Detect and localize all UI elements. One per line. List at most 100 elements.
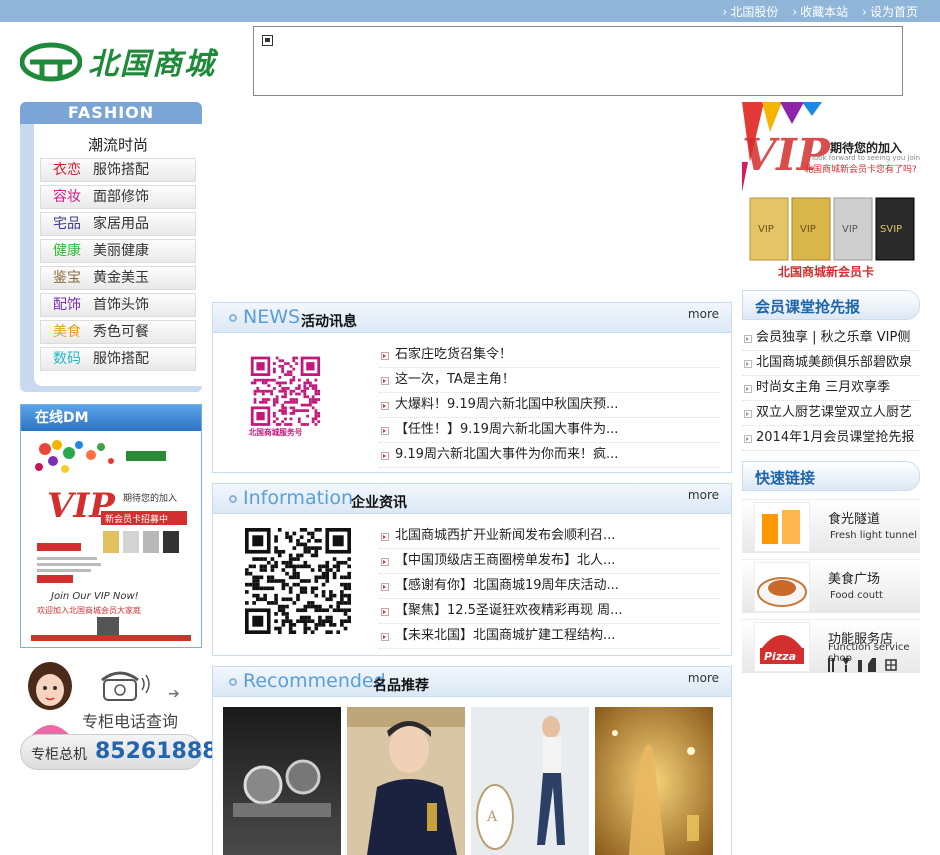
fashion-header: FASHION <box>20 102 202 124</box>
pizza-hut-logo-icon: Pizza <box>754 622 810 672</box>
fashion-item[interactable]: 宅品 家居用品 <box>40 212 196 236</box>
fashion-item[interactable]: 鉴宝 黄金美玉 <box>40 266 196 290</box>
news-title-en: NEWS <box>243 306 301 328</box>
telephone-icon <box>101 671 150 701</box>
rec-bullet-icon <box>229 678 237 686</box>
top-links: 北国股份 收藏本站 设为首页 <box>723 3 918 20</box>
service-icons <box>828 658 897 672</box>
fashion-item[interactable]: 健康 美丽健康 <box>40 239 196 263</box>
vip-card-1: VIP <box>758 224 774 235</box>
fashion-inner: 潮流时尚 衣恋 服饰搭配 容妆 面部修饰 宅品 家居用品 健康 美丽健康 鉴宝 黄金美玉 配饰 首饰头… <box>34 124 202 386</box>
fashion-item-key: 健康 <box>53 243 81 259</box>
fashion-item[interactable]: 数码 服饰搭配 <box>40 347 196 371</box>
phone-query-card[interactable]: ➔ 专柜电话查询 专柜总机 85261888 <box>20 660 217 770</box>
product-row: A <box>223 707 713 855</box>
fashion-item-value: 面部修饰 <box>93 189 149 205</box>
hotline-number: 85261888 <box>95 739 218 764</box>
link-beiguo-gufen[interactable]: 北国股份 <box>723 3 778 20</box>
quick-link-service-shop[interactable]: Pizza 功能服务店 Function service shop <box>742 619 920 673</box>
service-girl-avatar <box>28 662 74 740</box>
info-item[interactable]: 【中国顶级店王商圈榜单发布】北人... <box>379 549 719 574</box>
recommended-header: Recommended 名品推荐 more <box>213 667 731 697</box>
info-item[interactable]: 【未来北国】北国商城扩建工程结构... <box>379 624 719 649</box>
member-class-item[interactable]: 2014年1月会员课堂抢先报 <box>742 426 920 451</box>
dm-poster-tagline: 期待您的加入 <box>123 492 177 504</box>
vip-question: 北国商城新会员卡您有了吗? <box>804 163 917 175</box>
fashion-subtitle: 潮流时尚 <box>87 136 148 154</box>
svg-text:Pizza: Pizza <box>764 650 796 663</box>
fashion-item-key: 美食 <box>53 324 81 340</box>
fashion-item-value: 美丽健康 <box>93 243 149 259</box>
info-bullet-icon <box>229 495 237 503</box>
dm-poster-welcome: 欢迎加入北国商城会员大家庭 <box>37 605 141 615</box>
rec-title-en: Recommended <box>243 670 386 692</box>
rec-more-link[interactable]: more <box>688 671 719 685</box>
quick-links-section: 快速链接 <box>742 461 920 491</box>
link-set-homepage[interactable]: 设为首页 <box>862 3 918 20</box>
product-perfume-image[interactable] <box>595 707 713 855</box>
logo-mark-icon <box>20 42 82 82</box>
logo-text: 北国商城 <box>88 47 216 82</box>
online-dm-panel: 在线DM VIP 期待您的加入 新会员卡招募中 Join Our VIP Now… <box>20 404 202 648</box>
fashion-item-value: 秀色可餐 <box>93 324 149 340</box>
product-watches-image[interactable] <box>223 707 341 855</box>
quick-links-header: 快速链接 <box>742 461 920 491</box>
product-model-image[interactable] <box>347 707 465 855</box>
news-more-link[interactable]: more <box>688 307 719 321</box>
info-title-en: Information <box>243 487 353 509</box>
top-bar: 北国股份 收藏本站 设为首页 <box>0 0 940 22</box>
svg-text:A: A <box>486 809 498 825</box>
news-bullet-icon <box>229 314 237 322</box>
page: 北国股份 收藏本站 设为首页 北国商城 FASHION 潮流时尚 衣恋服饰搭配容… <box>0 0 940 855</box>
juice-cup-icon <box>754 502 810 552</box>
fashion-item-key: 配饰 <box>53 297 81 313</box>
fashion-item[interactable]: 衣恋 服饰搭配 <box>40 158 196 182</box>
product-fashion-image[interactable]: A <box>471 707 589 855</box>
info-item[interactable]: 【聚焦】12.5圣诞狂欢夜精彩再现 周... <box>379 599 719 624</box>
food-plate-icon <box>754 562 810 612</box>
fashion-item-value: 服饰搭配 <box>93 351 149 367</box>
info-more-link[interactable]: more <box>688 488 719 502</box>
arrow-right-icon: ➔ <box>168 686 180 702</box>
site-logo[interactable]: 北国商城 <box>20 36 220 86</box>
quick-link-food-court[interactable]: 美食广场 Food coutt <box>742 559 920 613</box>
member-class-item[interactable]: 北国商城美颜俱乐部碧欧泉 <box>742 351 920 376</box>
fashion-item-key: 鉴宝 <box>53 270 81 286</box>
news-list: 石家庄吃货召集令！ 这一次，TA是主角！ 大爆料！9.19周六新北国中秋国庆预.… <box>379 343 719 468</box>
quick-links-title: 快速链接 <box>755 469 816 487</box>
hotline-label: 专柜总机 <box>31 747 87 763</box>
vip-card-banner[interactable]: VIP 期待您的加入 look forward to seeing you jo… <box>742 102 920 282</box>
link-bookmark[interactable]: 收藏本站 <box>792 3 848 20</box>
quick-link-subtitle: Food coutt <box>830 590 883 601</box>
rec-title-cn: 名品推荐 <box>373 678 429 694</box>
fashion-item-value: 首饰头饰 <box>93 297 149 313</box>
member-class-section: 会员课堂抢先报 会员独享 | 秋之乐章 VIP侧 北国商城美颜俱乐部碧欧泉 时尚… <box>742 290 920 451</box>
fashion-item[interactable]: 容妆 面部修饰 <box>40 185 196 209</box>
member-class-item[interactable]: 时尚女主角 三月欢享季 <box>742 376 920 401</box>
info-item[interactable]: 【感谢有你】北国商城19周年庆活动... <box>379 574 719 599</box>
fashion-item-value: 黄金美玉 <box>93 270 149 286</box>
dm-poster[interactable]: VIP 期待您的加入 新会员卡招募中 Join Our VIP Now! 欢迎加… <box>31 439 191 641</box>
info-item[interactable]: 北国商城西扩开业新闻发布会顺利召... <box>379 524 719 549</box>
news-item[interactable]: 大爆料！9.19周六新北国中秋国庆预... <box>379 393 719 418</box>
quick-link-title: 食光隧道 <box>828 512 881 527</box>
fashion-item[interactable]: 美食 秀色可餐 <box>40 320 196 344</box>
information-panel: Information 企业资讯 more 北国商城西扩开业新闻发布会顺利召..… <box>212 483 732 656</box>
recommended-panel: Recommended 名品推荐 more A <box>212 666 732 855</box>
news-item[interactable]: 【任性！】9.19周六新北国大事件为... <box>379 418 719 443</box>
fashion-item[interactable]: 配饰 首饰头饰 <box>40 293 196 317</box>
news-item[interactable]: 这一次，TA是主角！ <box>379 368 719 393</box>
information-header: Information 企业资讯 more <box>213 484 731 514</box>
news-item[interactable]: 石家庄吃货召集令！ <box>379 343 719 368</box>
flash-banner[interactable] <box>253 26 903 96</box>
qr-caption: 北国商城服务号 <box>249 427 303 437</box>
info-title-cn: 企业资讯 <box>351 495 407 511</box>
member-class-title: 会员课堂抢先报 <box>755 298 861 316</box>
member-class-header: 会员课堂抢先报 <box>742 290 920 320</box>
quick-link-fresh-tunnel[interactable]: 食光隧道 Fresh light tunnel <box>742 499 920 553</box>
member-class-item[interactable]: 双立人厨艺课堂双立人厨艺 <box>742 401 920 426</box>
quick-link-subtitle: Fresh light tunnel <box>830 530 918 541</box>
member-class-item[interactable]: 会员独享 | 秋之乐章 VIP侧 <box>742 326 920 351</box>
fashion-panel: FASHION 潮流时尚 衣恋 服饰搭配 容妆 面部修饰 宅品 家居用品 健康 美丽健康 鉴宝黄… <box>20 102 202 392</box>
news-item[interactable]: 9.19周六新北国大事件为你而来！疯... <box>379 443 719 468</box>
